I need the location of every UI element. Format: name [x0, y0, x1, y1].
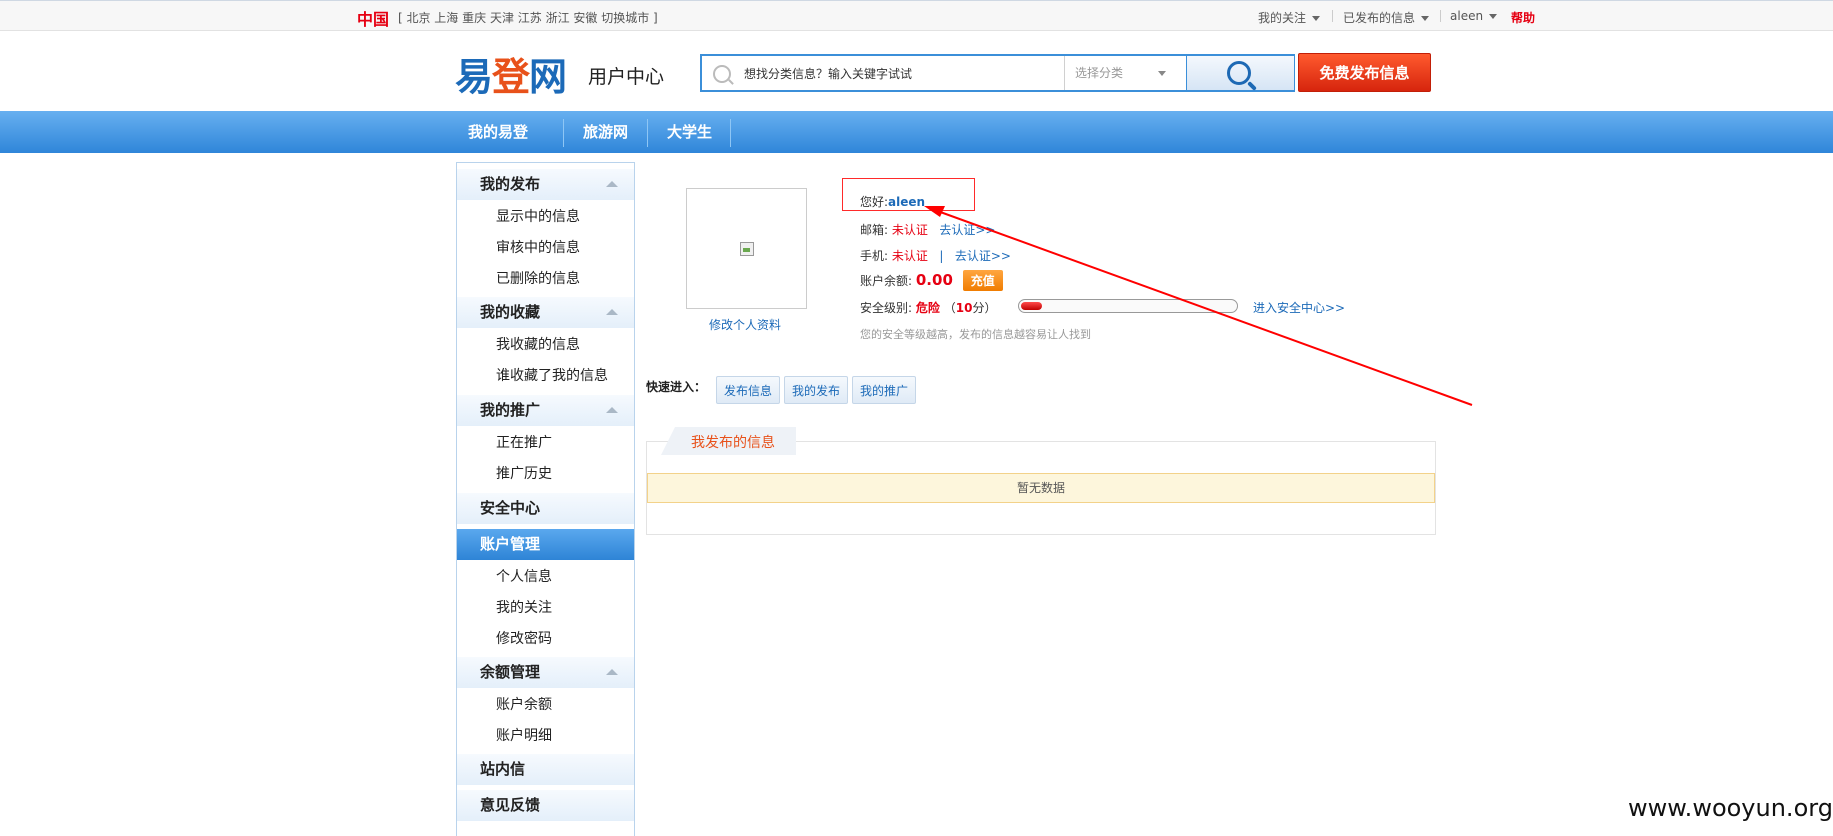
annotation-arrow: [924, 206, 1473, 406]
arrow-shaft: [931, 208, 1473, 406]
arrow-head: [924, 206, 945, 217]
watermark: www.wooyun.org: [1628, 794, 1833, 822]
